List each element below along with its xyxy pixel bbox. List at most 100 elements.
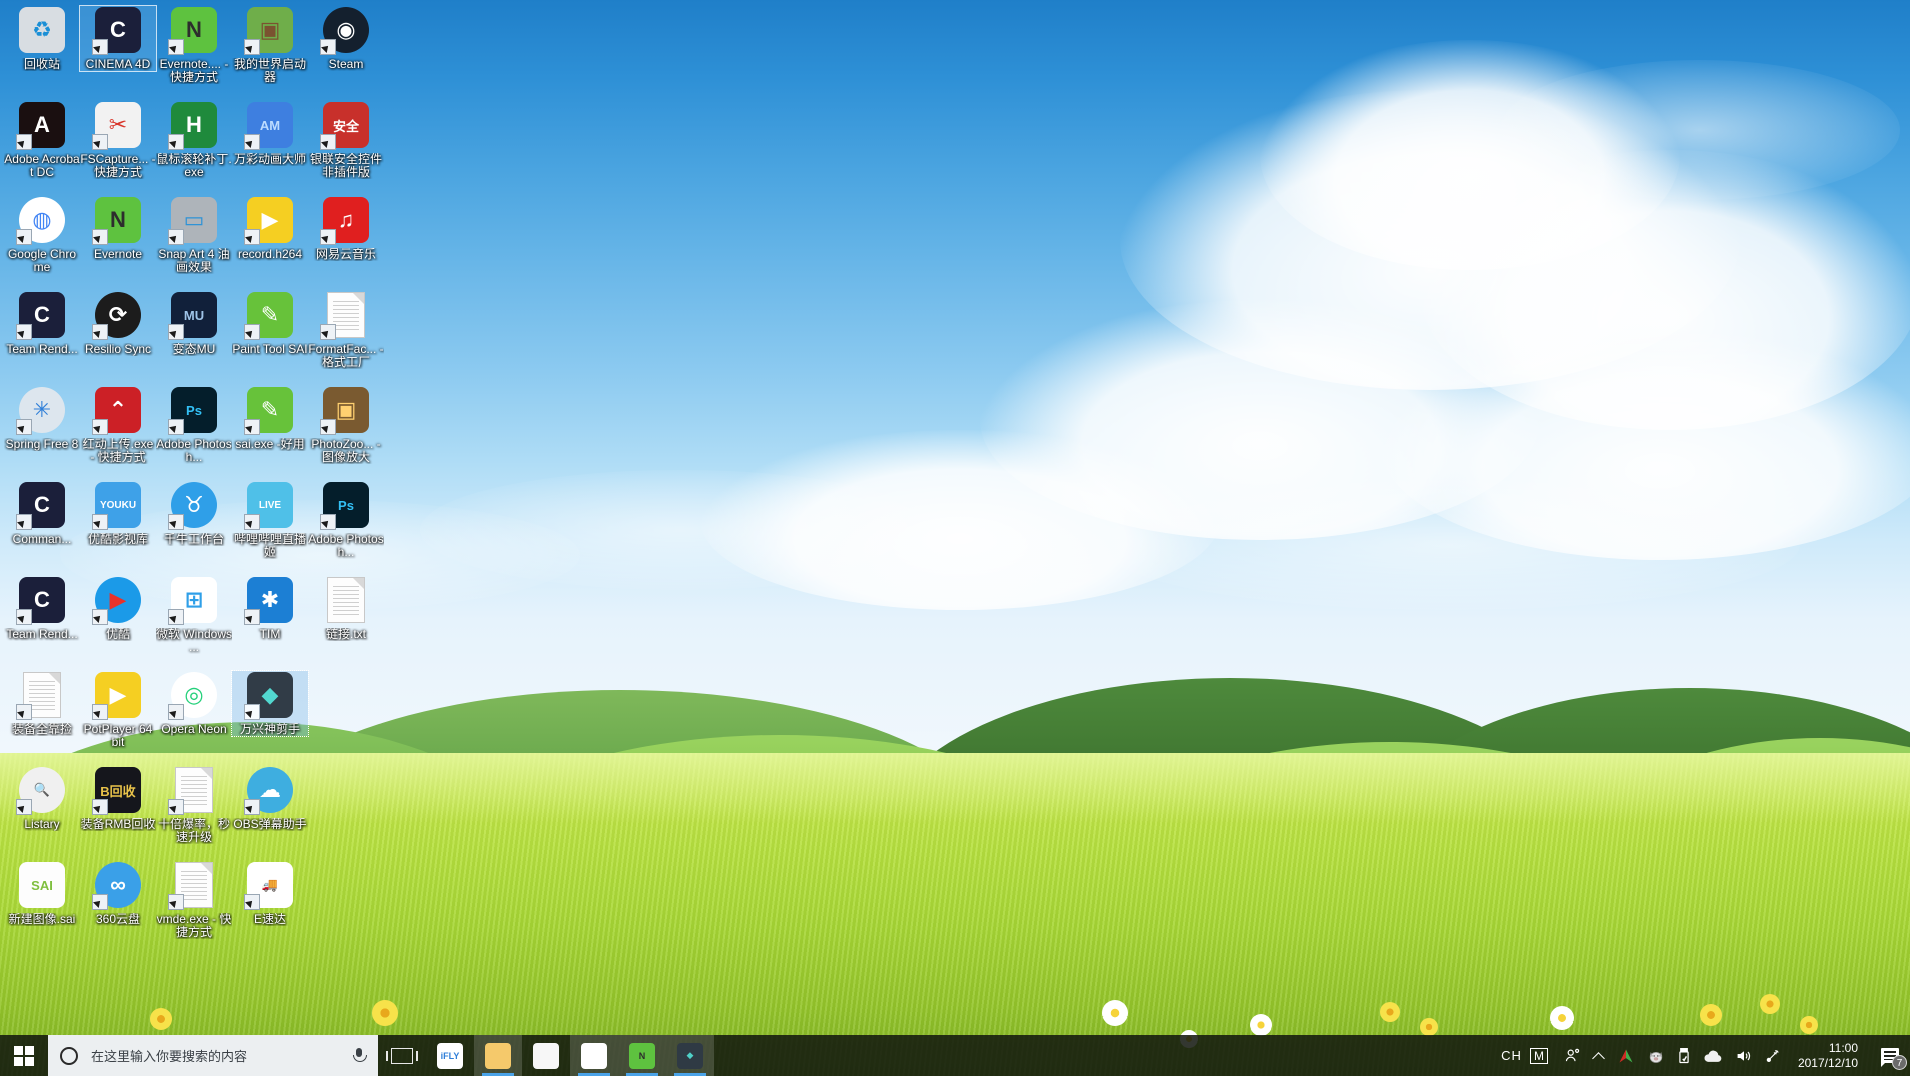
desktop-icon[interactable]: 十倍爆率，秒速升级 (156, 766, 232, 844)
adobe-acrobat-icon: A (16, 101, 66, 150)
taskbar-app-iflytek[interactable]: iFLY (426, 1035, 474, 1076)
potplayer-icon: ▶ (92, 671, 142, 720)
desktop-icon[interactable]: Ps Adobe Photosh... (156, 386, 232, 464)
mu-game-icon: MU (168, 291, 218, 340)
desktop-icon[interactable]: 安全 银联安全控件 非插件版 (308, 101, 384, 179)
pig-mascot-icon[interactable] (1641, 1035, 1671, 1076)
show-hidden-icons-chevron-icon[interactable] (1587, 1035, 1611, 1076)
youku-folder-icon: YOUKU (92, 481, 142, 530)
google-chrome-icon (581, 1042, 607, 1069)
taskbar-clock[interactable]: 11:00 2017/12/10 (1788, 1035, 1870, 1076)
kingsoft-antivirus-icon[interactable] (1611, 1035, 1641, 1076)
taskbar[interactable]: 在这里输入你要搜索的内容 iFLY N ◆ CH M 11:00 2017/12… (0, 1035, 1910, 1076)
microphone-icon[interactable] (352, 1047, 367, 1065)
onedrive-cloud-icon[interactable] (1697, 1035, 1729, 1076)
desktop-icon[interactable]: N Evernote.... - 快捷方式 (156, 6, 232, 84)
desktop-icon[interactable]: ◉ Steam (308, 6, 384, 71)
cortana-circle-icon (60, 1046, 78, 1065)
desktop-icon[interactable]: ▶ 优酷 (80, 576, 156, 641)
shortcut-arrow-icon (16, 514, 32, 530)
volume-speaker-icon[interactable] (1729, 1035, 1759, 1076)
taskbar-app-fscapture[interactable] (522, 1035, 570, 1076)
desktop-icon[interactable]: ♫ 网易云音乐 (308, 196, 384, 261)
shortcut-arrow-icon (92, 324, 108, 340)
desktop-icon[interactable]: MU 变态MU (156, 291, 232, 356)
desktop-icon[interactable]: ✱ TIM (232, 576, 308, 641)
desktop-icon[interactable]: ∞ 360云盘 (80, 861, 156, 926)
desktop-icon-label: 万兴神剪手 (239, 723, 300, 736)
taskbar-app-google-chrome[interactable] (570, 1035, 618, 1076)
desktop-icon[interactable]: ✎ Paint Tool SAI (232, 291, 308, 356)
desktop-icon[interactable]: LIVE 哔哩哔哩直播姬 (232, 481, 308, 559)
clock-date: 2017/12/10 (1797, 1055, 1858, 1070)
desktop-icon[interactable]: H 鼠标滚轮补丁.exe (156, 101, 232, 179)
desktop-icon[interactable]: N Evernote (80, 196, 156, 261)
search-input[interactable]: 在这里输入你要搜索的内容 (48, 1035, 378, 1076)
desktop-icon[interactable]: ⌃ 红动上传.exe - 快捷方式 (80, 386, 156, 464)
desktop-icon[interactable]: ✎ sai.exe -好用 (232, 386, 308, 451)
ime-indicator[interactable]: CH M (1491, 1035, 1558, 1076)
desktop-icon-label: E速达 (253, 913, 286, 926)
taskbar-app-file-explorer[interactable] (474, 1035, 522, 1076)
desktop-icon[interactable]: C Team Rend... (4, 291, 80, 356)
desktop-icon[interactable]: Ps Adobe Photosh... (308, 481, 384, 559)
action-center-button[interactable]: 7 (1870, 1035, 1910, 1076)
blank-document-icon (168, 766, 218, 815)
start-button[interactable] (0, 1035, 48, 1076)
desktop-icon[interactable]: C CINEMA 4D (79, 5, 157, 72)
safely-remove-usb-icon[interactable] (1671, 1035, 1697, 1076)
desktop-icon-label: 万彩动画大师 (233, 153, 306, 166)
desktop-icon[interactable]: C Comman... (4, 481, 80, 546)
desktop-icon[interactable]: B回收 装备RMB回收 (80, 766, 156, 831)
desktop-icon[interactable]: A Adobe Acrobat DC (4, 101, 80, 179)
desktop-icon[interactable]: ✂ FSCapture... - 快捷方式 (80, 101, 156, 179)
desktop-icon-label: PhotoZoo... -图像放大 (311, 438, 381, 464)
shortcut-arrow-icon (92, 894, 108, 910)
desktop-icon[interactable]: 🔍 Listary (4, 766, 80, 831)
desktop-icon[interactable]: 装备全靠捡 (4, 671, 80, 736)
desktop-icon[interactable]: ◎ Opera Neon (156, 671, 232, 736)
desktop-icon[interactable]: ▶ record.h264 (232, 196, 308, 261)
pinned-apps[interactable]: iFLY N ◆ (426, 1035, 714, 1076)
desktop[interactable]: ♻ 回收站 C CINEMA 4D N Evernote.... - 快捷方式 ▣ 我的世界启… (0, 0, 1910, 1076)
task-view-icon (386, 1047, 418, 1064)
taskbar-app-wondershare-filmora[interactable]: ◆ (666, 1035, 714, 1076)
desktop-icon-label: Evernote.... - 快捷方式 (159, 58, 229, 84)
desktop-icon-label: Team Rend... (6, 628, 78, 641)
desktop-icon[interactable]: ⊞ 微软 Windows ... (156, 576, 232, 654)
desktop-icon[interactable]: ▶ PotPlayer 64 bit (80, 671, 156, 749)
desktop-icon-label: Adobe Acrobat DC (4, 153, 80, 179)
cinema-4d-commandline-icon: C (16, 481, 66, 530)
desktop-icon[interactable]: ◆ 万兴神剪手 (231, 670, 309, 737)
desktop-icon[interactable]: ☁ OBS弹幕助手 (232, 766, 308, 831)
shortcut-arrow-icon (320, 324, 336, 340)
desktop-icon[interactable]: ✳ Spring Free 8 (4, 386, 80, 451)
desktop-icon[interactable]: AM 万彩动画大师 (232, 101, 308, 166)
fscapture-icon: ✂ (92, 101, 142, 150)
desktop-icon[interactable]: ♉ 千牛工作台 (156, 481, 232, 546)
system-tray[interactable]: CH M 11:00 2017/12/10 7 (1491, 1035, 1910, 1076)
taskbar-app-evernote[interactable]: N (618, 1035, 666, 1076)
desktop-icon[interactable]: SAI 新建图像.sai (4, 861, 80, 926)
360-cloud-icon: ∞ (92, 861, 142, 910)
snap-art-icon: ▭ (168, 196, 218, 245)
hongdong-upload-icon: ⌃ (92, 386, 142, 435)
desktop-icon[interactable]: YOUKU 优酷影视库 (80, 481, 156, 546)
desktop-icon[interactable]: ⟳ Resilio Sync (80, 291, 156, 356)
shortcut-arrow-icon (168, 799, 184, 815)
desktop-icon[interactable]: ▭ Snap Art 4 油画效果 (156, 196, 232, 274)
desktop-icon[interactable]: vmde.exe - 快捷方式 (156, 861, 232, 939)
desktop-icon[interactable]: C Team Rend... (4, 576, 80, 641)
desktop-icon[interactable]: 🚚 E速达 (232, 861, 308, 926)
desktop-icon[interactable]: FormatFac... - 格式工厂 (308, 291, 384, 369)
format-factory-icon (320, 291, 370, 340)
desktop-icon[interactable]: ▣ PhotoZoo... -图像放大 (308, 386, 384, 464)
network-icon[interactable] (1759, 1035, 1788, 1076)
desktop-icon[interactable]: ♻ 回收站 (4, 6, 80, 71)
desktop-icon[interactable]: ▣ 我的世界启动器 (232, 6, 308, 84)
desktop-icon[interactable]: 链接.txt (308, 576, 384, 641)
task-view-button[interactable] (378, 1035, 426, 1076)
desktop-icon-grid[interactable]: ♻ 回收站 C CINEMA 4D N Evernote.... - 快捷方式 ▣ 我的世界启… (0, 0, 390, 1035)
desktop-icon[interactable]: ◍ Google Chrome (4, 196, 80, 274)
people-icon[interactable] (1558, 1035, 1587, 1076)
